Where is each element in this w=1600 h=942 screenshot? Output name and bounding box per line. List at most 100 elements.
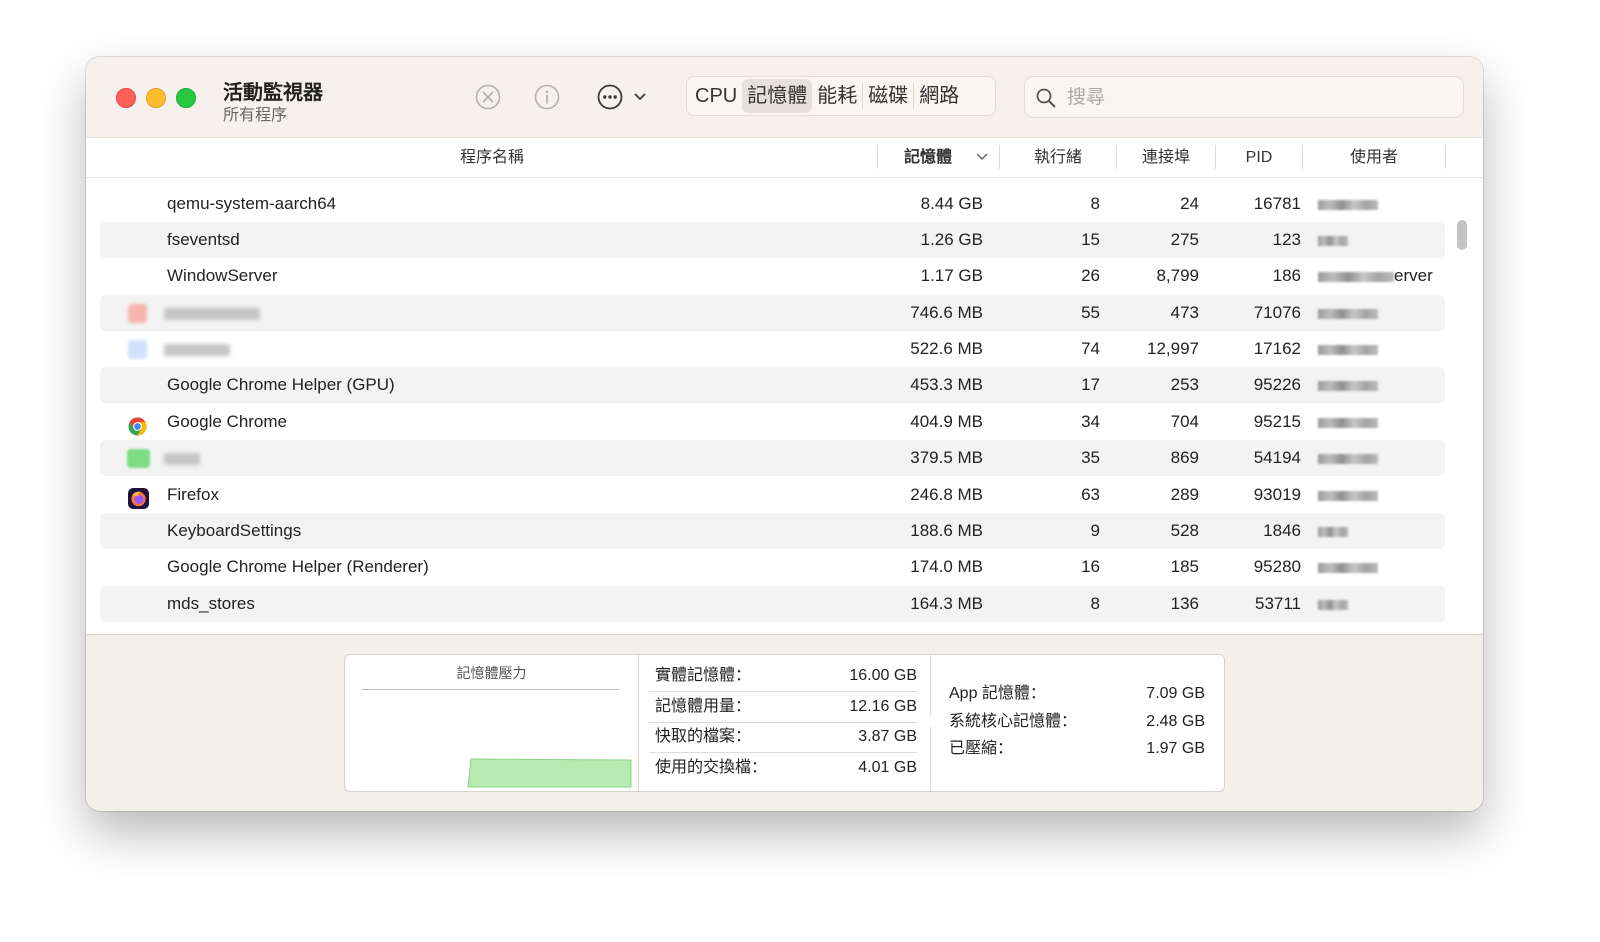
table-row[interactable]: fseventsd 1.26 GB 15 275 123 xyxy=(100,222,1445,258)
process-name: fseventsd xyxy=(167,230,240,249)
vertical-scrollbar[interactable] xyxy=(1457,220,1467,250)
stat-value: 2.48 GB xyxy=(1146,713,1205,730)
process-name: Google Chrome Helper (Renderer) xyxy=(167,557,429,576)
memory-value: 522.6 MB xyxy=(910,339,983,358)
chrome-icon xyxy=(128,413,147,436)
ports-value: 185 xyxy=(1170,557,1199,576)
more-actions-button[interactable] xyxy=(596,83,650,111)
stat-value: 3.87 GB xyxy=(858,728,917,745)
memory-value: 188.6 MB xyxy=(910,521,983,540)
stat-label: 實體記憶體： xyxy=(655,667,752,684)
pid-value: 95280 xyxy=(1253,557,1301,576)
threads-value: 17 xyxy=(1081,375,1100,394)
close-window-button[interactable] xyxy=(116,88,136,108)
sort-descending-chevron-icon[interactable] xyxy=(976,152,988,162)
stat-label: 快取的檔案： xyxy=(655,728,752,745)
column-header-process-name[interactable]: 程序名稱 xyxy=(86,138,898,177)
blurred-app-icon xyxy=(128,340,147,359)
process-name: mds_stores xyxy=(167,594,255,613)
pid-value: 186 xyxy=(1272,266,1301,285)
tab-disk[interactable]: 磁碟 xyxy=(863,79,913,113)
table-row[interactable]: qemu-system-aarch64 8.44 GB 8 24 16781 xyxy=(100,186,1445,222)
stat-value: 1.97 GB xyxy=(1146,740,1205,757)
stat-label: 使用的交換檔： xyxy=(655,759,768,776)
table-row[interactable]: mds_stores 164.3 MB 8 136 53711 xyxy=(100,586,1445,622)
user-value-redacted xyxy=(1318,331,1378,367)
stat-value: 16.00 GB xyxy=(849,667,917,684)
stat-label: 已壓縮： xyxy=(949,740,1014,757)
ports-value: 275 xyxy=(1170,230,1199,249)
column-header-memory[interactable]: 記憶體 xyxy=(878,138,978,177)
table-row[interactable]: Google Chrome Helper (Renderer) 174.0 MB… xyxy=(100,549,1445,585)
table-row[interactable]: Google Chrome 404.9 MB 34 704 95215 xyxy=(100,404,1445,440)
memory-value: 1.17 GB xyxy=(920,266,983,285)
pid-value: 53711 xyxy=(1254,594,1301,613)
view-tabs: CPU 記憶體 能耗 磁碟 網路 xyxy=(686,76,996,116)
toolbar: 活動監視器 所有程序 CPU 記憶體 能耗 磁碟 網路 搜尋 xyxy=(86,57,1483,137)
column-header-pid[interactable]: PID xyxy=(1216,138,1302,177)
search-field[interactable] xyxy=(1024,76,1464,118)
table-row[interactable]: Google Chrome Helper (GPU) 453.3 MB 17 2… xyxy=(100,367,1445,403)
activity-monitor-window: 活動監視器 所有程序 CPU 記憶體 能耗 磁碟 網路 搜尋 程序名稱 記憶體 … xyxy=(86,57,1483,811)
user-value-redacted xyxy=(1318,549,1378,585)
search-input[interactable] xyxy=(1065,81,1449,115)
process-name: Google Chrome Helper (GPU) xyxy=(167,375,395,394)
ellipsis-circle-icon xyxy=(597,84,646,110)
user-value-redacted xyxy=(1318,477,1378,513)
zoom-window-button[interactable] xyxy=(176,88,196,108)
table-row[interactable]: WindowServer 1.17 GB 26 8,799 186 erver xyxy=(100,258,1445,294)
ports-value: 473 xyxy=(1170,303,1199,322)
pid-value: 71076 xyxy=(1253,303,1301,322)
stat-value: 12.16 GB xyxy=(849,698,917,715)
pid-value: 17162 xyxy=(1253,339,1301,358)
table-header: 程序名稱 記憶體 執行緒 連接埠 PID 使用者 xyxy=(86,138,1483,178)
threads-value: 26 xyxy=(1081,266,1100,285)
memory-value: 174.0 MB xyxy=(910,557,983,576)
user-value-suffix: erver xyxy=(1394,266,1433,285)
memory-value: 746.6 MB xyxy=(910,303,983,322)
search-icon xyxy=(1036,88,1056,108)
threads-value: 55 xyxy=(1081,303,1100,322)
user-value: erver xyxy=(1318,258,1433,294)
inspect-process-button[interactable] xyxy=(533,83,561,111)
xmark-circle-icon xyxy=(475,84,501,110)
ports-value: 253 xyxy=(1170,375,1199,394)
table-row[interactable]: Firefox 246.8 MB 63 289 93019 xyxy=(100,477,1445,513)
user-value-redacted xyxy=(1318,586,1348,622)
blurred-app-icon xyxy=(128,304,147,323)
process-name: Firefox xyxy=(167,485,219,504)
threads-value: 34 xyxy=(1081,412,1100,431)
process-name-redacted xyxy=(164,295,260,331)
tab-network[interactable]: 網路 xyxy=(914,79,964,113)
stat-app-memory: App 記憶體： 7.09 GB xyxy=(949,680,1205,708)
table-row[interactable]: 746.6 MB 55 473 71076 xyxy=(100,295,1445,331)
table-row[interactable]: 522.6 MB 74 12,997 17162 xyxy=(100,331,1445,367)
ports-value: 869 xyxy=(1170,448,1199,467)
firefox-icon xyxy=(128,486,149,509)
column-header-ports[interactable]: 連接埠 xyxy=(1117,138,1215,177)
stat-compressed: 已壓縮： 1.97 GB xyxy=(949,735,1205,763)
tab-energy[interactable]: 能耗 xyxy=(812,79,862,113)
tab-memory[interactable]: 記憶體 xyxy=(742,79,813,113)
user-value-redacted xyxy=(1318,186,1378,222)
ports-value: 8,799 xyxy=(1156,266,1199,285)
ports-value: 136 xyxy=(1170,594,1199,613)
table-row[interactable]: KeyboardSettings 188.6 MB 9 528 1846 xyxy=(100,513,1445,549)
ports-value: 704 xyxy=(1170,412,1199,431)
threads-value: 16 xyxy=(1081,557,1100,576)
pid-value: 1846 xyxy=(1263,521,1301,540)
column-header-threads[interactable]: 執行緒 xyxy=(1000,138,1116,177)
stop-process-button[interactable] xyxy=(474,83,502,111)
info-circle-icon xyxy=(534,84,560,110)
minimize-window-button[interactable] xyxy=(146,88,166,108)
threads-value: 63 xyxy=(1081,485,1100,504)
stat-label: App 記憶體： xyxy=(949,685,1046,702)
process-name-redacted xyxy=(164,440,200,476)
table-row[interactable]: 379.5 MB 35 869 54194 xyxy=(100,440,1445,476)
pid-value: 16781 xyxy=(1253,194,1301,213)
tab-cpu[interactable]: CPU xyxy=(690,79,742,113)
memory-value: 8.44 GB xyxy=(920,194,983,213)
user-value-redacted xyxy=(1318,513,1348,549)
column-header-user[interactable]: 使用者 xyxy=(1303,138,1445,177)
memory-value: 1.26 GB xyxy=(920,230,983,249)
